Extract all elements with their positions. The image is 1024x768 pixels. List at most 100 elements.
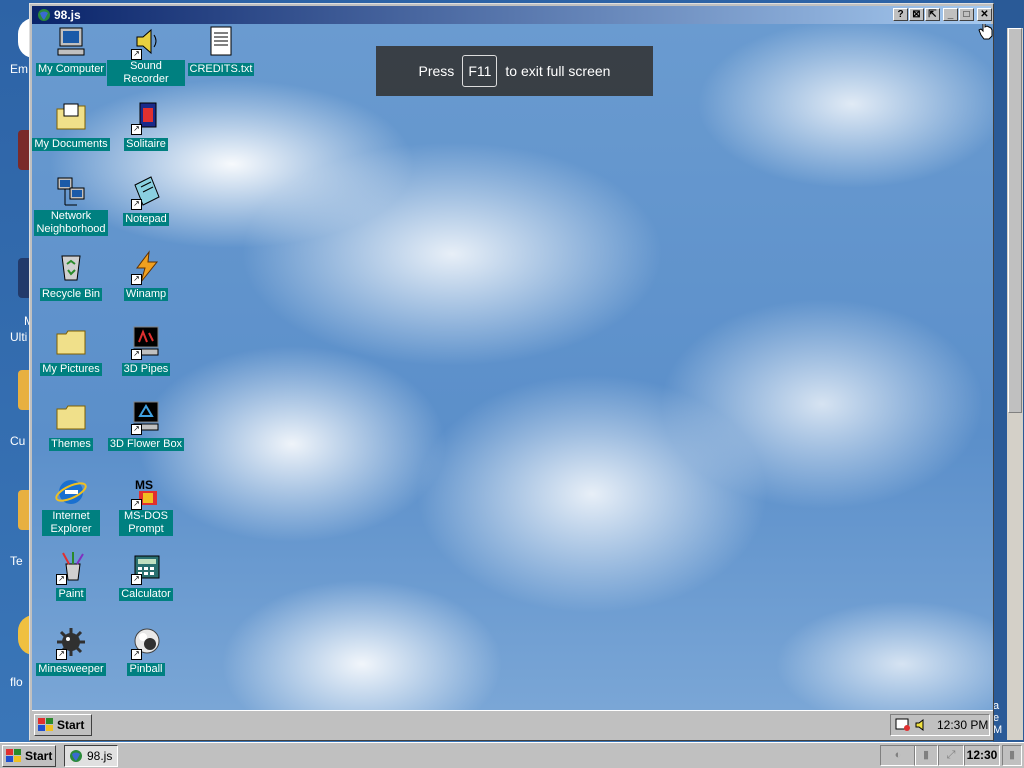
icon-label: MS-DOS Prompt — [119, 510, 173, 536]
icon-label: 3D Pipes — [121, 363, 171, 376]
close-alt-button[interactable]: ⊠ — [909, 8, 924, 21]
shortcut-arrow-icon: ↗ — [131, 274, 142, 285]
icon-label: CREDITS.txt — [187, 63, 255, 76]
close-button[interactable]: ✕ — [977, 8, 992, 21]
host-right-text: a e M — [993, 700, 1007, 736]
windows-logo-icon — [38, 718, 54, 732]
shortcut-arrow-icon: ↗ — [131, 49, 142, 60]
icon-label: My Documents — [32, 138, 110, 151]
host-icon-label: Em — [10, 62, 28, 76]
globe-icon — [38, 9, 50, 21]
host-right-char: e — [993, 712, 1000, 724]
title-bar[interactable]: 98.js ? ⊠ ⇱ _ □ ✕ — [32, 6, 992, 24]
host-icon-label: Cu — [10, 434, 26, 448]
icon-label: Winamp — [123, 288, 169, 301]
guest-clock[interactable]: 12:30 PM — [937, 718, 988, 732]
desktop-icon-3d-flower-box[interactable]: ↗ 3D Flower Box — [107, 400, 185, 452]
task-scheduler-icon[interactable] — [895, 718, 913, 732]
tray-signal-icon[interactable]: ▮ — [914, 745, 938, 766]
shortcut-arrow-icon: ↗ — [56, 649, 67, 660]
shortcut-arrow-icon: ↗ — [131, 649, 142, 660]
icon-label: 3D Flower Box — [107, 438, 185, 451]
desktop-icon-ms-dos[interactable]: MS ↗ MS-DOS Prompt — [107, 475, 185, 537]
desktop-icon-minesweeper[interactable]: ↗ Minesweeper — [32, 625, 110, 677]
guest-start-button[interactable]: Start — [34, 714, 92, 736]
fullscreen-notice: Press F11 to exit full screen — [376, 46, 653, 96]
desktop-icon-recycle-bin[interactable]: Recycle Bin — [32, 250, 110, 302]
desktop-icon-my-pictures[interactable]: My Pictures — [32, 325, 110, 377]
host-right-char: M — [993, 724, 1003, 736]
folder-icon — [56, 405, 86, 430]
notice-key: F11 — [462, 55, 498, 87]
shortcut-arrow-icon: ↗ — [131, 199, 142, 210]
guest-taskbar: Start 12:30 PM — [32, 710, 993, 739]
tray-notification-icon[interactable]: ▮ — [1002, 745, 1022, 766]
desktop-icon-winamp[interactable]: ↗ Winamp — [107, 250, 185, 302]
desktop-icon-paint[interactable]: ↗ Paint — [32, 550, 110, 602]
guest-system-tray: 12:30 PM — [890, 714, 990, 736]
desktop-icon-3d-pipes[interactable]: ↗ 3D Pipes — [107, 325, 185, 377]
desktop-icon-internet-explorer[interactable]: Internet Explorer — [32, 475, 110, 537]
task-label: 98.js — [87, 749, 113, 763]
desktop-icon-network[interactable]: Network Neighborhood — [32, 175, 110, 237]
desktop-icon-credits[interactable]: CREDITS.txt — [182, 25, 260, 77]
icon-label: Themes — [49, 438, 93, 451]
volume-icon[interactable] — [915, 718, 929, 732]
folder-documents-icon — [56, 103, 86, 130]
desktop-icon-my-documents[interactable]: My Documents — [32, 100, 110, 152]
maximize-button[interactable]: □ — [959, 8, 974, 21]
icon-label: Internet Explorer — [42, 510, 100, 536]
network-icon — [57, 177, 85, 206]
start-label: Start — [57, 718, 85, 732]
icon-label: Recycle Bin — [39, 288, 103, 301]
host-clock[interactable]: 12:30 — [964, 745, 1000, 766]
icon-label: Paint — [56, 588, 86, 601]
host-icon-label: flo — [10, 675, 23, 689]
host-scrollbar[interactable] — [1007, 28, 1023, 740]
tray-fullscreen-icon[interactable]: ⤢ — [938, 745, 964, 766]
popout-button[interactable]: ⇱ — [925, 8, 940, 21]
notice-prefix: Press — [418, 63, 455, 79]
shortcut-arrow-icon: ↗ — [131, 124, 142, 135]
desktop-icon-pinball[interactable]: ↗ Pinball — [107, 625, 185, 677]
icon-label: Minesweeper — [36, 663, 106, 676]
windows-logo-icon — [6, 749, 22, 763]
icon-label: Solitaire — [124, 138, 168, 151]
shortcut-arrow-icon: ↗ — [131, 424, 142, 435]
globe-icon — [70, 750, 82, 762]
help-button[interactable]: ? — [893, 8, 908, 21]
desktop-icon-sound-recorder[interactable]: ↗ Sound Recorder — [107, 25, 185, 87]
desktop-icon-my-computer[interactable]: My Computer — [32, 25, 110, 77]
shortcut-arrow-icon: ↗ — [131, 499, 142, 510]
host-start-button[interactable]: Start — [2, 745, 56, 767]
desktop-icon-solitaire[interactable]: ↗ Solitaire — [107, 100, 185, 152]
minimize-button[interactable]: _ — [943, 8, 958, 21]
desktop-icon-notepad[interactable]: ↗ Notepad — [107, 175, 185, 227]
taskbar-button-98js[interactable]: 98.js — [64, 745, 118, 767]
app-window: 98.js ? ⊠ ⇱ _ □ ✕ Press F11 to exit full… — [29, 3, 994, 741]
folder-icon — [56, 330, 86, 355]
icon-label: Calculator — [119, 588, 173, 601]
tray-network-icon[interactable]: ◐ — [880, 745, 916, 766]
text-file-icon — [210, 26, 232, 56]
notice-suffix: to exit full screen — [505, 63, 611, 79]
icon-label: My Pictures — [40, 363, 102, 376]
icon-label: Network Neighborhood — [34, 210, 108, 236]
scrollbar-thumb[interactable] — [1008, 28, 1022, 413]
host-right-char: a — [993, 700, 1000, 712]
icon-label: Sound Recorder — [107, 60, 185, 86]
svg-text:MS: MS — [135, 478, 153, 492]
shortcut-arrow-icon: ↗ — [131, 574, 142, 585]
window-title: 98.js — [54, 8, 81, 22]
desktop-icon-calculator[interactable]: ↗ Calculator — [107, 550, 185, 602]
my-computer-icon — [57, 27, 85, 56]
start-label: Start — [25, 749, 53, 763]
shortcut-arrow-icon: ↗ — [131, 349, 142, 360]
guest-desktop: Press F11 to exit full screen My Compute… — [32, 24, 993, 710]
icon-label: My Computer — [35, 63, 107, 76]
desktop-icon-themes[interactable]: Themes — [32, 400, 110, 452]
host-icon-label: Te — [10, 554, 23, 568]
icon-label: Notepad — [123, 213, 169, 226]
icon-label: Pinball — [127, 663, 165, 676]
internet-explorer-icon — [55, 480, 87, 504]
